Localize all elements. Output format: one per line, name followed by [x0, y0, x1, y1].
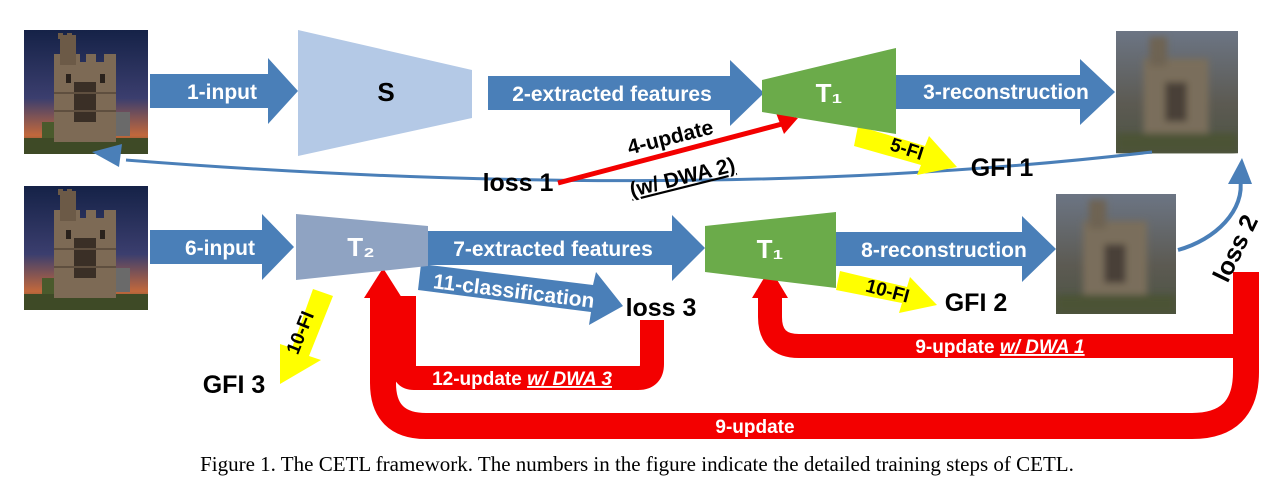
label-7-extracted-features: 7-extracted features [453, 238, 653, 261]
update-9-outer-head [364, 268, 402, 298]
label-1-input: 1-input [187, 81, 257, 104]
label-5-fi: 5-FI [887, 135, 926, 165]
label-gfi3: GFI 3 [203, 371, 266, 399]
label-3-reconstruction: 3-reconstruction [923, 81, 1089, 104]
figure-caption: Figure 1. The CETL framework. The number… [200, 452, 1074, 476]
label-9-update-dwa1-prefix: 9-update [915, 337, 999, 358]
reconstruction-image-top [1116, 31, 1238, 153]
label-loss1: loss 1 [483, 169, 554, 197]
input-image-bottom [24, 186, 148, 310]
input-image-top [24, 30, 148, 154]
reconstruction-image-bottom [1056, 194, 1176, 314]
block-label-t1-top: T₁ [816, 78, 843, 108]
block-label-t1-bottom: T₁ [757, 234, 784, 264]
label-6-input: 6-input [185, 237, 255, 260]
label-9-update-dwa1: 9-update w/ DWA 1 [915, 337, 1084, 358]
label-8-reconstruction: 8-reconstruction [861, 239, 1027, 262]
cetl-framework-diagram: S T₁ T₂ T₁ 1-input 2-extracted features … [24, 30, 1264, 439]
label-gfi2: GFI 2 [945, 289, 1008, 317]
block-label-t2: T₂ [347, 232, 374, 262]
label-9-update-dwa1-suffix: w/ DWA 1 [1000, 337, 1085, 358]
loss2-connector-head [1228, 158, 1252, 184]
label-gfi1: GFI 1 [971, 154, 1034, 182]
block-label-s: S [377, 77, 394, 107]
label-12-update-suffix: w/ DWA 3 [527, 369, 612, 390]
label-2-extracted-features: 2-extracted features [512, 83, 712, 106]
label-loss3: loss 3 [626, 294, 697, 322]
label-9-update-outer: 9-update [715, 417, 794, 438]
label-10-fi-mid: 10-FI [863, 276, 911, 308]
label-12-update-prefix: 12-update [432, 369, 527, 390]
label-12-update: 12-update w/ DWA 3 [432, 369, 612, 390]
